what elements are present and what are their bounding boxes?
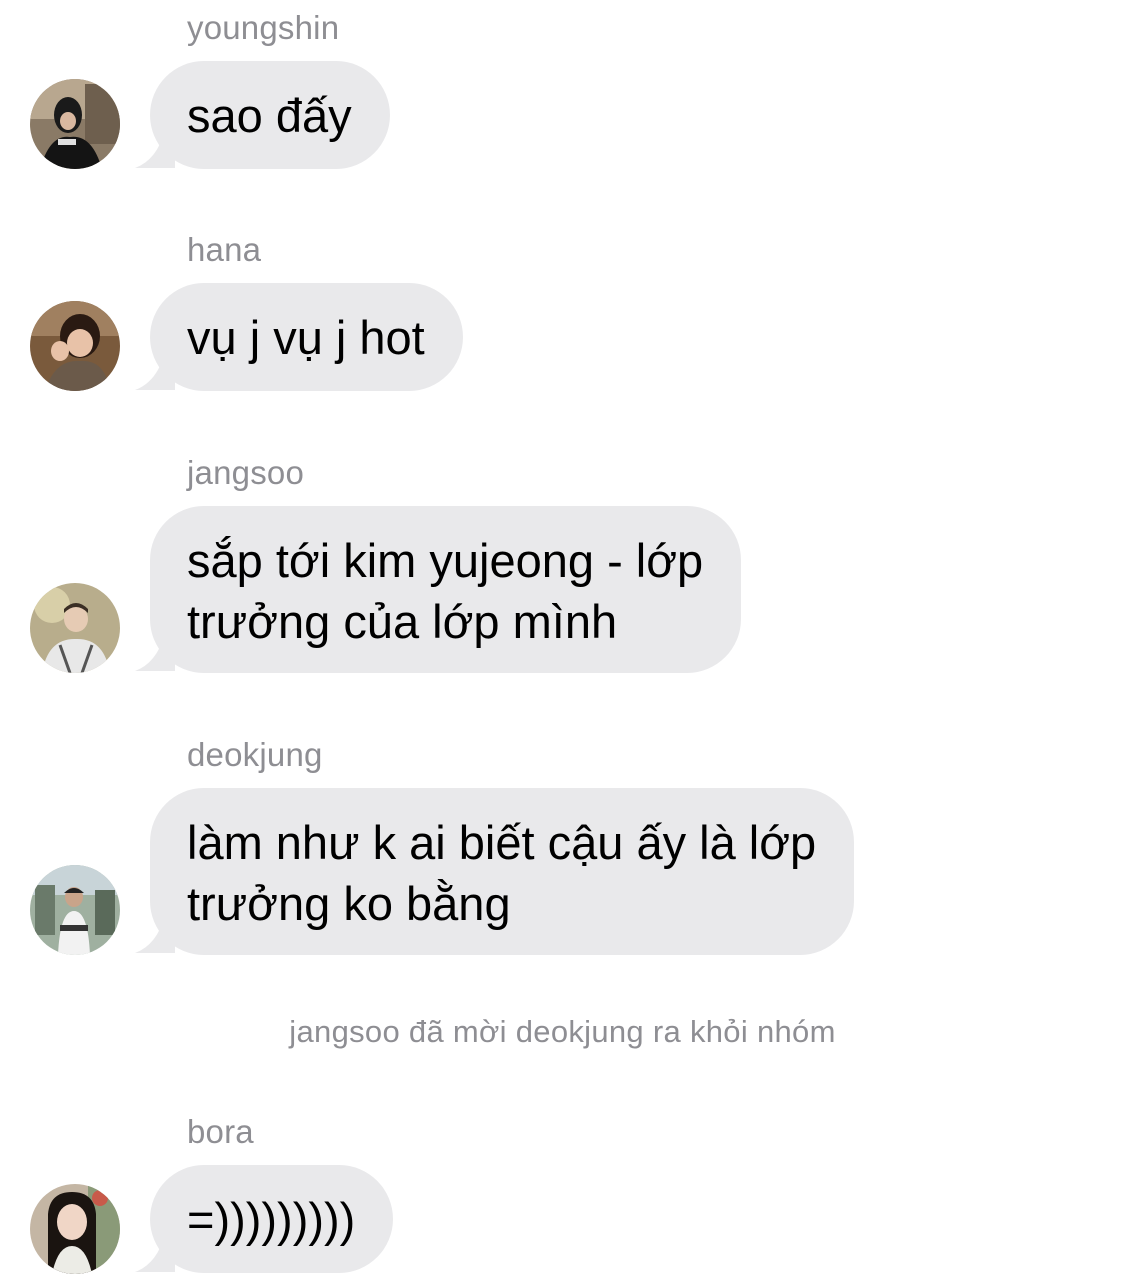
sender-name-youngshin: youngshin: [187, 9, 340, 46]
system-notice: jangsoo đã mời deokjung ra khỏi nhóm: [289, 1014, 836, 1049]
avatar-bora[interactable]: [30, 1184, 120, 1274]
avatar-hana[interactable]: [30, 301, 120, 391]
message-text: sao đấy: [187, 89, 352, 142]
sender-name-bora: bora: [187, 1113, 254, 1150]
message-text: =))))))))): [187, 1193, 356, 1246]
message-bubble-bora[interactable]: =))))))))): [150, 1165, 394, 1273]
message-text: sắp tới kim yujeong - lớp: [187, 534, 704, 587]
message-bubble-jangsoo[interactable]: sắp tới kim yujeong - lớp trưởng của lớp…: [150, 506, 742, 673]
sender-name-hana: hana: [187, 231, 262, 268]
avatar-deokjung[interactable]: [30, 865, 120, 955]
message-text: trưởng của lớp mình: [187, 595, 618, 648]
sender-name-deokjung: deokjung: [187, 736, 323, 773]
message-bubble-hana[interactable]: vụ j vụ j hot: [150, 283, 463, 391]
message-text: làm như k ai biết cậu ấy là lớp: [187, 816, 817, 869]
message-text: vụ j vụ j hot: [187, 311, 425, 364]
sender-name-jangsoo: jangsoo: [187, 454, 304, 491]
message-text: trưởng ko bằng: [187, 877, 511, 930]
avatar-youngshin[interactable]: [30, 79, 120, 169]
avatar-jangsoo[interactable]: [30, 583, 120, 673]
message-bubble-youngshin[interactable]: sao đấy: [150, 61, 390, 169]
message-bubble-deokjung[interactable]: làm như k ai biết cậu ấy là lớp trưởng k…: [150, 788, 855, 955]
